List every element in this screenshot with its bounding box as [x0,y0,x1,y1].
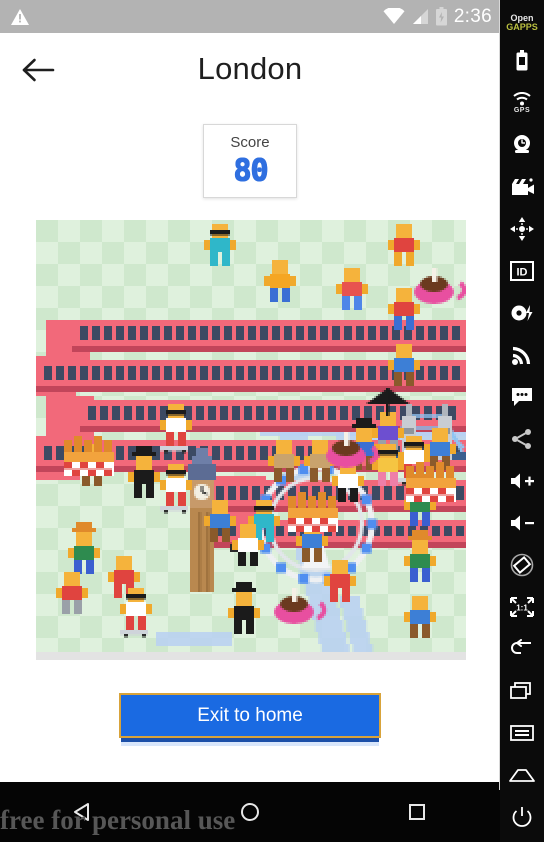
svg-text:ID: ID [517,267,528,279]
toolbar-zoom-actual-size-icon[interactable]: 1:1 [500,586,544,628]
cell-signal-icon [411,8,429,25]
status-bar-right: 2:36 [383,6,500,28]
opengapps-logo-line2: GAPPS [506,22,538,32]
toolbar-sms-message-icon[interactable] [500,376,544,418]
game-map-canvas[interactable] [36,220,466,660]
score-value: 80 [232,153,268,188]
exit-button-glow [121,742,379,746]
toolbar-camera-icon[interactable] [500,124,544,166]
svg-text:1:1: 1:1 [516,604,528,613]
toolbar-flash-record-icon[interactable] [500,292,544,334]
square-recents-icon [406,801,428,823]
screen-root: 2:36 London Score 80 Exit to home free f… [0,0,544,842]
exit-to-home-button[interactable]: Exit to home [119,693,381,738]
toolbar-battery-icon[interactable] [500,40,544,82]
status-bar-clock: 2:36 [453,5,492,27]
wifi-icon [383,8,405,25]
toolbar-video-record-icon[interactable] [500,166,544,208]
toolbar-share-icon[interactable] [500,418,544,460]
toolbar-rss-signal-icon[interactable] [500,334,544,376]
toolbar-volume-down-icon[interactable] [500,502,544,544]
nav-recents-button[interactable] [387,801,447,823]
opengapps-logo: Open GAPPS [500,6,544,40]
toolbar-id-icon[interactable]: ID [500,250,544,292]
warning-triangle-icon [10,8,30,26]
toolbar-gps-caption: GPS [513,107,531,114]
toolbar-home-icon[interactable] [500,754,544,796]
toolbar-move-dpad-icon[interactable] [500,208,544,250]
page-title: London [197,51,303,86]
game-map[interactable] [36,220,466,660]
phone-viewport: 2:36 London Score 80 Exit to home free f… [0,0,500,842]
toolbar-power-icon[interactable] [500,796,544,838]
toolbar-volume-up-icon[interactable] [500,460,544,502]
map-bottom-edge [36,652,466,660]
toolbar-back-arrow-icon[interactable] [500,628,544,670]
status-bar: 2:36 [0,0,500,33]
toolbar-recents-icon[interactable] [500,670,544,712]
app-bar: London [0,33,500,105]
triangle-back-icon [72,801,94,823]
android-nav-bar: free for personal use [0,782,500,842]
battery-icon [435,7,448,26]
toolbar-rotate-screen-icon[interactable] [500,544,544,586]
toolbar-gps-icon[interactable]: GPS [500,82,544,124]
nav-home-button[interactable] [220,801,280,823]
nav-back-button[interactable] [53,801,113,823]
toolbar-menu-icon[interactable] [500,712,544,754]
score-label: Score [230,134,270,151]
status-bar-left [0,8,30,26]
score-card: Score 80 [203,124,297,198]
circle-home-icon [239,801,261,823]
emulator-toolbar: Open GAPPS GPS ID 1:1 [500,0,544,842]
